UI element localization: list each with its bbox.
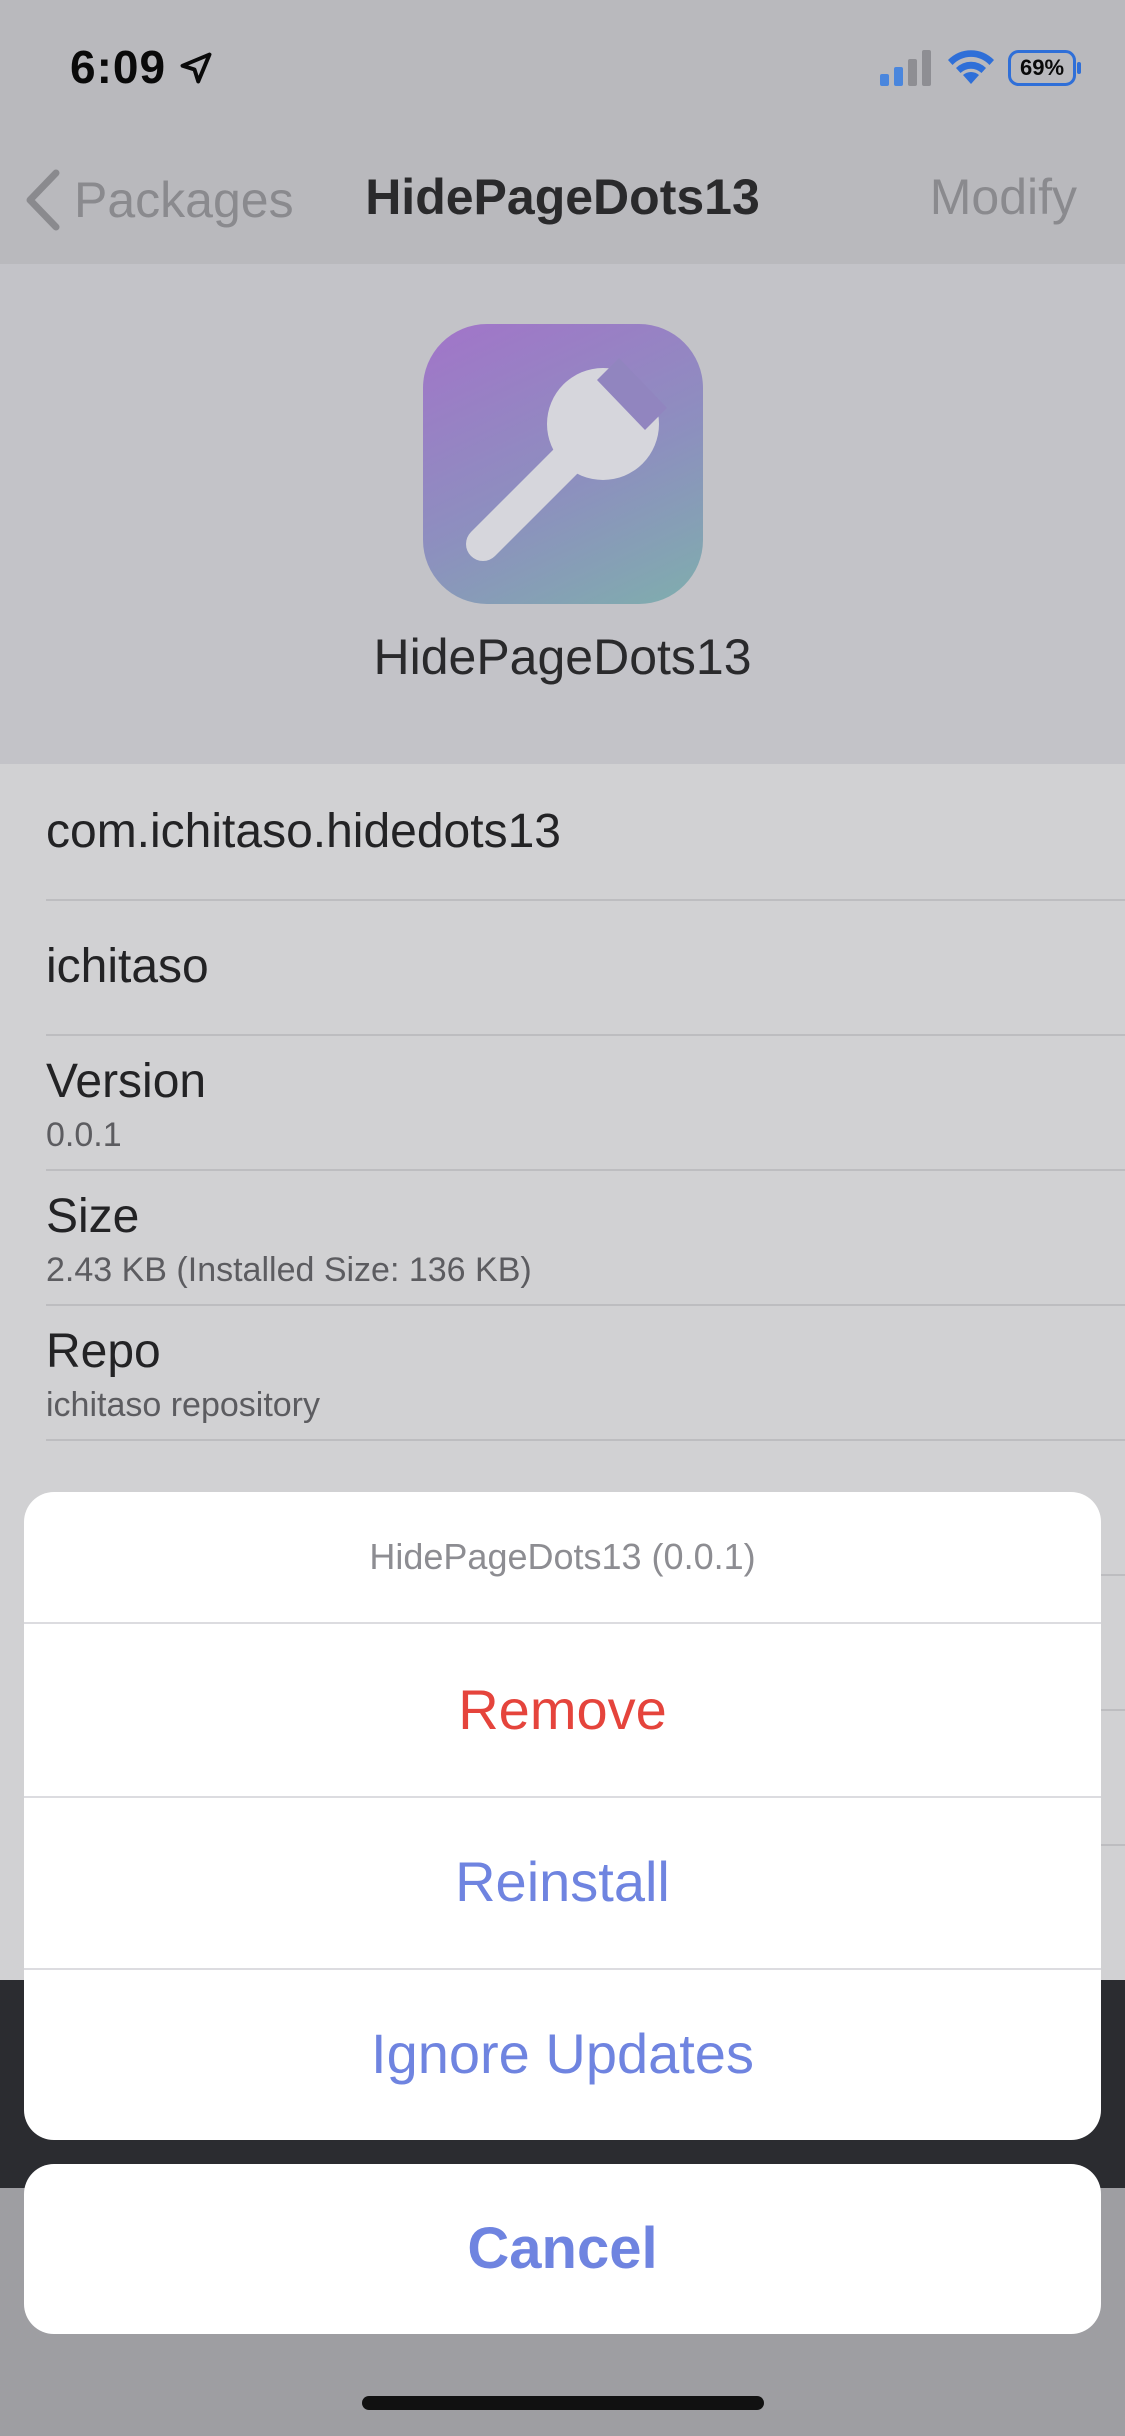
wifi-icon [948, 50, 994, 84]
version-value: 0.0.1 [46, 1116, 122, 1154]
identifier-row: com.ichitaso.hidedots13 [46, 764, 1125, 901]
repo-value: ichitaso repository [46, 1386, 321, 1424]
size-row: Size 2.43 KB (Installed Size: 136 KB) [46, 1169, 1125, 1306]
repo-row[interactable]: Repo ichitaso repository [46, 1304, 1125, 1441]
size-value: 2.43 KB (Installed Size: 136 KB) [46, 1251, 532, 1289]
modify-button[interactable]: Modify [930, 168, 1077, 226]
wrench-icon [466, 358, 667, 561]
version-label: Version [46, 1055, 207, 1108]
ignore-updates-button[interactable]: Ignore Updates [24, 1968, 1101, 2140]
reinstall-button[interactable]: Reinstall [24, 1796, 1101, 1970]
author-value: ichitaso [46, 940, 209, 993]
package-name: HidePageDots13 [373, 629, 752, 685]
identifier-value: com.ichitaso.hidedots13 [46, 805, 561, 858]
battery-percent: 69% [1019, 55, 1065, 80]
size-label: Size [46, 1190, 140, 1243]
package-icon [423, 324, 703, 604]
repo-label: Repo [46, 1325, 161, 1378]
status-time: 6:09 [70, 41, 167, 93]
version-row: Version 0.0.1 [46, 1034, 1125, 1171]
remove-button[interactable]: Remove [24, 1624, 1101, 1798]
action-sheet: HidePageDots13 (0.0.1) Remove Reinstall … [24, 1492, 1101, 2140]
cancel-button[interactable]: Cancel [24, 2164, 1101, 2334]
home-indicator[interactable] [362, 2396, 764, 2410]
location-arrow-icon [180, 52, 212, 84]
action-sheet-title: HidePageDots13 (0.0.1) [24, 1492, 1101, 1624]
cellular-signal-icon [880, 50, 931, 86]
author-row[interactable]: ichitaso [46, 899, 1125, 1036]
